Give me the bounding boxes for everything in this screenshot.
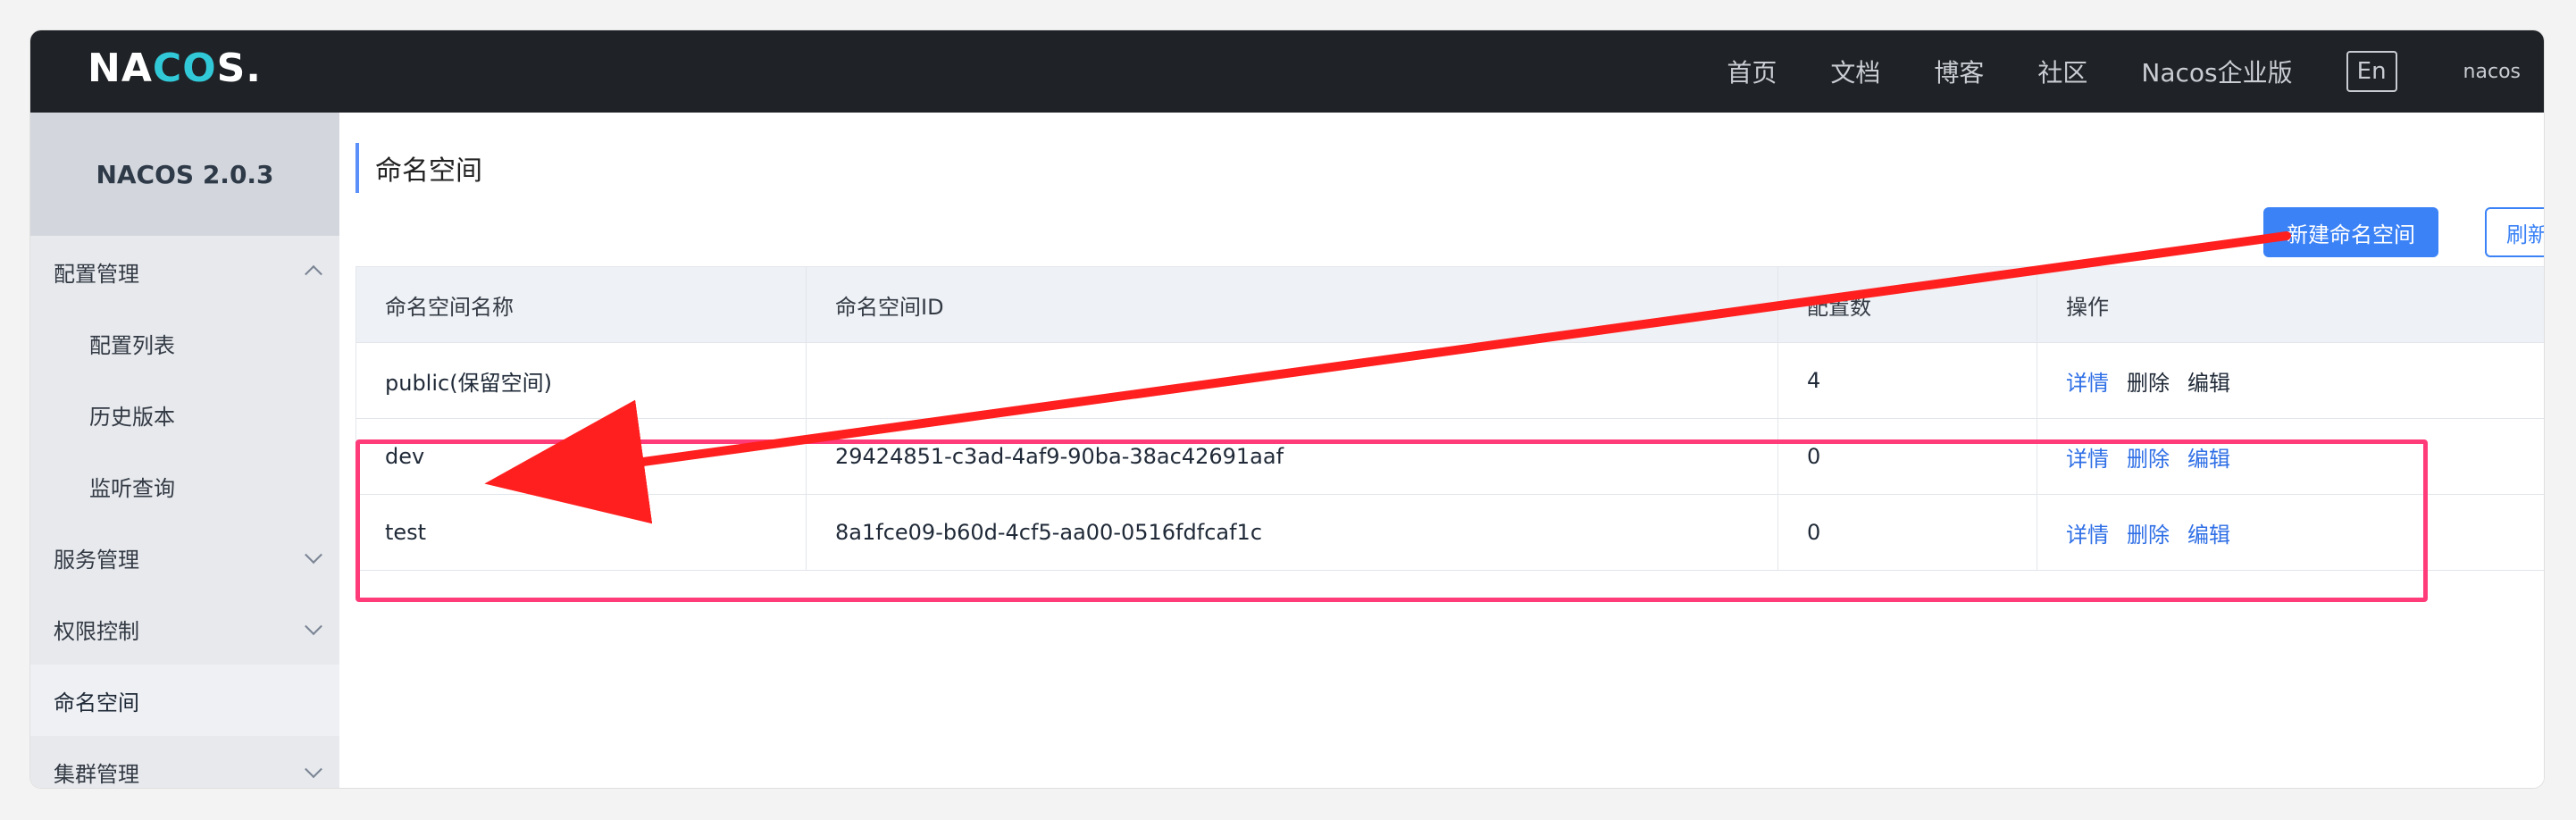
namespace-name-cell: dev xyxy=(356,419,807,494)
delete-link[interactable]: 删除 xyxy=(2127,517,2170,548)
sidebar: NACOS 2.0.3 配置管理 配置列表 历史版本 监听查询 服务管理 权限控… xyxy=(30,113,340,788)
sidebar-item-history[interactable]: 历史版本 xyxy=(30,379,339,450)
edit-link[interactable]: 编辑 xyxy=(2187,365,2230,397)
namespace-id-cell xyxy=(807,343,1778,418)
logo-prefix: NA xyxy=(88,46,153,91)
language-switch-button[interactable]: En xyxy=(2346,51,2397,92)
detail-link[interactable]: 详情 xyxy=(2066,441,2109,473)
chevron-down-icon xyxy=(305,617,322,636)
detail-link[interactable]: 详情 xyxy=(2066,517,2109,548)
sidebar-item-label: 命名空间 xyxy=(54,690,139,715)
sidebar-item-label: 服务管理 xyxy=(54,547,139,573)
table-row: public(保留空间) 4 详情 删除 编辑 xyxy=(356,343,2544,419)
nav-enterprise[interactable]: Nacos企业版 xyxy=(2141,54,2292,89)
app-window: NACOS. 首页 文档 博客 社区 Nacos企业版 En nacos NAC… xyxy=(30,30,2544,788)
header-actions: 操作 xyxy=(2066,294,2109,320)
edit-link[interactable]: 编辑 xyxy=(2187,517,2230,548)
sidebar-item-namespace[interactable]: 命名空间 xyxy=(30,665,339,736)
page-title: 命名空间 xyxy=(355,143,482,193)
actions-cell: 详情 删除 编辑 xyxy=(2037,343,2544,418)
config-count-cell: 0 xyxy=(1778,419,2037,494)
nav-community[interactable]: 社区 xyxy=(2037,54,2087,89)
chevron-up-icon xyxy=(305,264,322,283)
nav-docs[interactable]: 文档 xyxy=(1830,54,1880,89)
actions-cell: 详情 删除 编辑 xyxy=(2037,419,2544,494)
sidebar-item-label: 历史版本 xyxy=(89,404,175,430)
edit-link[interactable]: 编辑 xyxy=(2187,441,2230,473)
sidebar-item-label: 配置管理 xyxy=(54,261,139,287)
namespace-name-cell: public(保留空间) xyxy=(356,343,807,418)
table-header-row: 命名空间名称 命名空间ID 配置数 操作 xyxy=(356,267,2544,343)
create-namespace-button[interactable]: 新建命名空间 xyxy=(2263,207,2438,257)
current-user[interactable]: nacos xyxy=(2463,61,2521,83)
namespace-id-cell: 8a1fce09-b60d-4cf5-aa00-0516fdfcaf1c xyxy=(807,495,1778,570)
logo-c: C xyxy=(152,46,183,91)
main-content: 命名空间 新建命名空间 刷新 命名空间名称 命名空间ID 配置数 操作 publ… xyxy=(339,113,2544,788)
top-navigation-bar: NACOS. 首页 文档 博客 社区 Nacos企业版 En nacos xyxy=(30,30,2544,113)
nav-home[interactable]: 首页 xyxy=(1727,54,1777,89)
sidebar-item-config-management[interactable]: 配置管理 xyxy=(30,236,339,307)
namespace-name-cell: test xyxy=(356,495,807,570)
namespace-id-cell: 29424851-c3ad-4af9-90ba-38ac42691aaf xyxy=(807,419,1778,494)
logo-o: O xyxy=(182,46,217,91)
sidebar-item-permission-control[interactable]: 权限控制 xyxy=(30,593,339,665)
chevron-down-icon xyxy=(305,760,322,779)
header-namespace-id: 命名空间ID xyxy=(807,267,1778,342)
sidebar-item-label: 监听查询 xyxy=(89,475,175,501)
sidebar-item-config-list[interactable]: 配置列表 xyxy=(30,307,339,379)
chevron-down-icon xyxy=(305,546,322,565)
namespace-table: 命名空间名称 命名空间ID 配置数 操作 public(保留空间) 4 详情 删… xyxy=(355,266,2544,571)
table-row: dev 29424851-c3ad-4af9-90ba-38ac42691aaf… xyxy=(356,419,2544,495)
sidebar-brand: NACOS 2.0.3 xyxy=(30,113,339,236)
refresh-button[interactable]: 刷新 xyxy=(2485,207,2544,257)
delete-link[interactable]: 删除 xyxy=(2127,365,2170,397)
top-nav-links: 首页 文档 博客 社区 Nacos企业版 En nacos xyxy=(1727,30,2544,113)
header-namespace-name: 命名空间名称 xyxy=(356,267,807,342)
logo-suffix: S. xyxy=(216,46,262,91)
actions-cell: 详情 删除 编辑 xyxy=(2037,495,2544,570)
detail-link[interactable]: 详情 xyxy=(2066,365,2109,397)
sidebar-item-label: 权限控制 xyxy=(54,618,139,644)
nacos-logo[interactable]: NACOS. xyxy=(88,46,266,91)
nav-blog[interactable]: 博客 xyxy=(1934,54,1984,89)
header-config-count: 配置数 xyxy=(1778,267,2037,342)
sidebar-item-label: 配置列表 xyxy=(89,332,175,358)
config-count-cell: 4 xyxy=(1778,343,2037,418)
delete-link[interactable]: 删除 xyxy=(2127,441,2170,473)
table-row: test 8a1fce09-b60d-4cf5-aa00-0516fdfcaf1… xyxy=(356,495,2544,571)
config-count-cell: 0 xyxy=(1778,495,2037,570)
sidebar-item-listener-query[interactable]: 监听查询 xyxy=(30,450,339,522)
sidebar-item-service-management[interactable]: 服务管理 xyxy=(30,522,339,593)
sidebar-item-label: 集群管理 xyxy=(54,761,139,787)
sidebar-item-cluster-management[interactable]: 集群管理 xyxy=(30,736,339,788)
